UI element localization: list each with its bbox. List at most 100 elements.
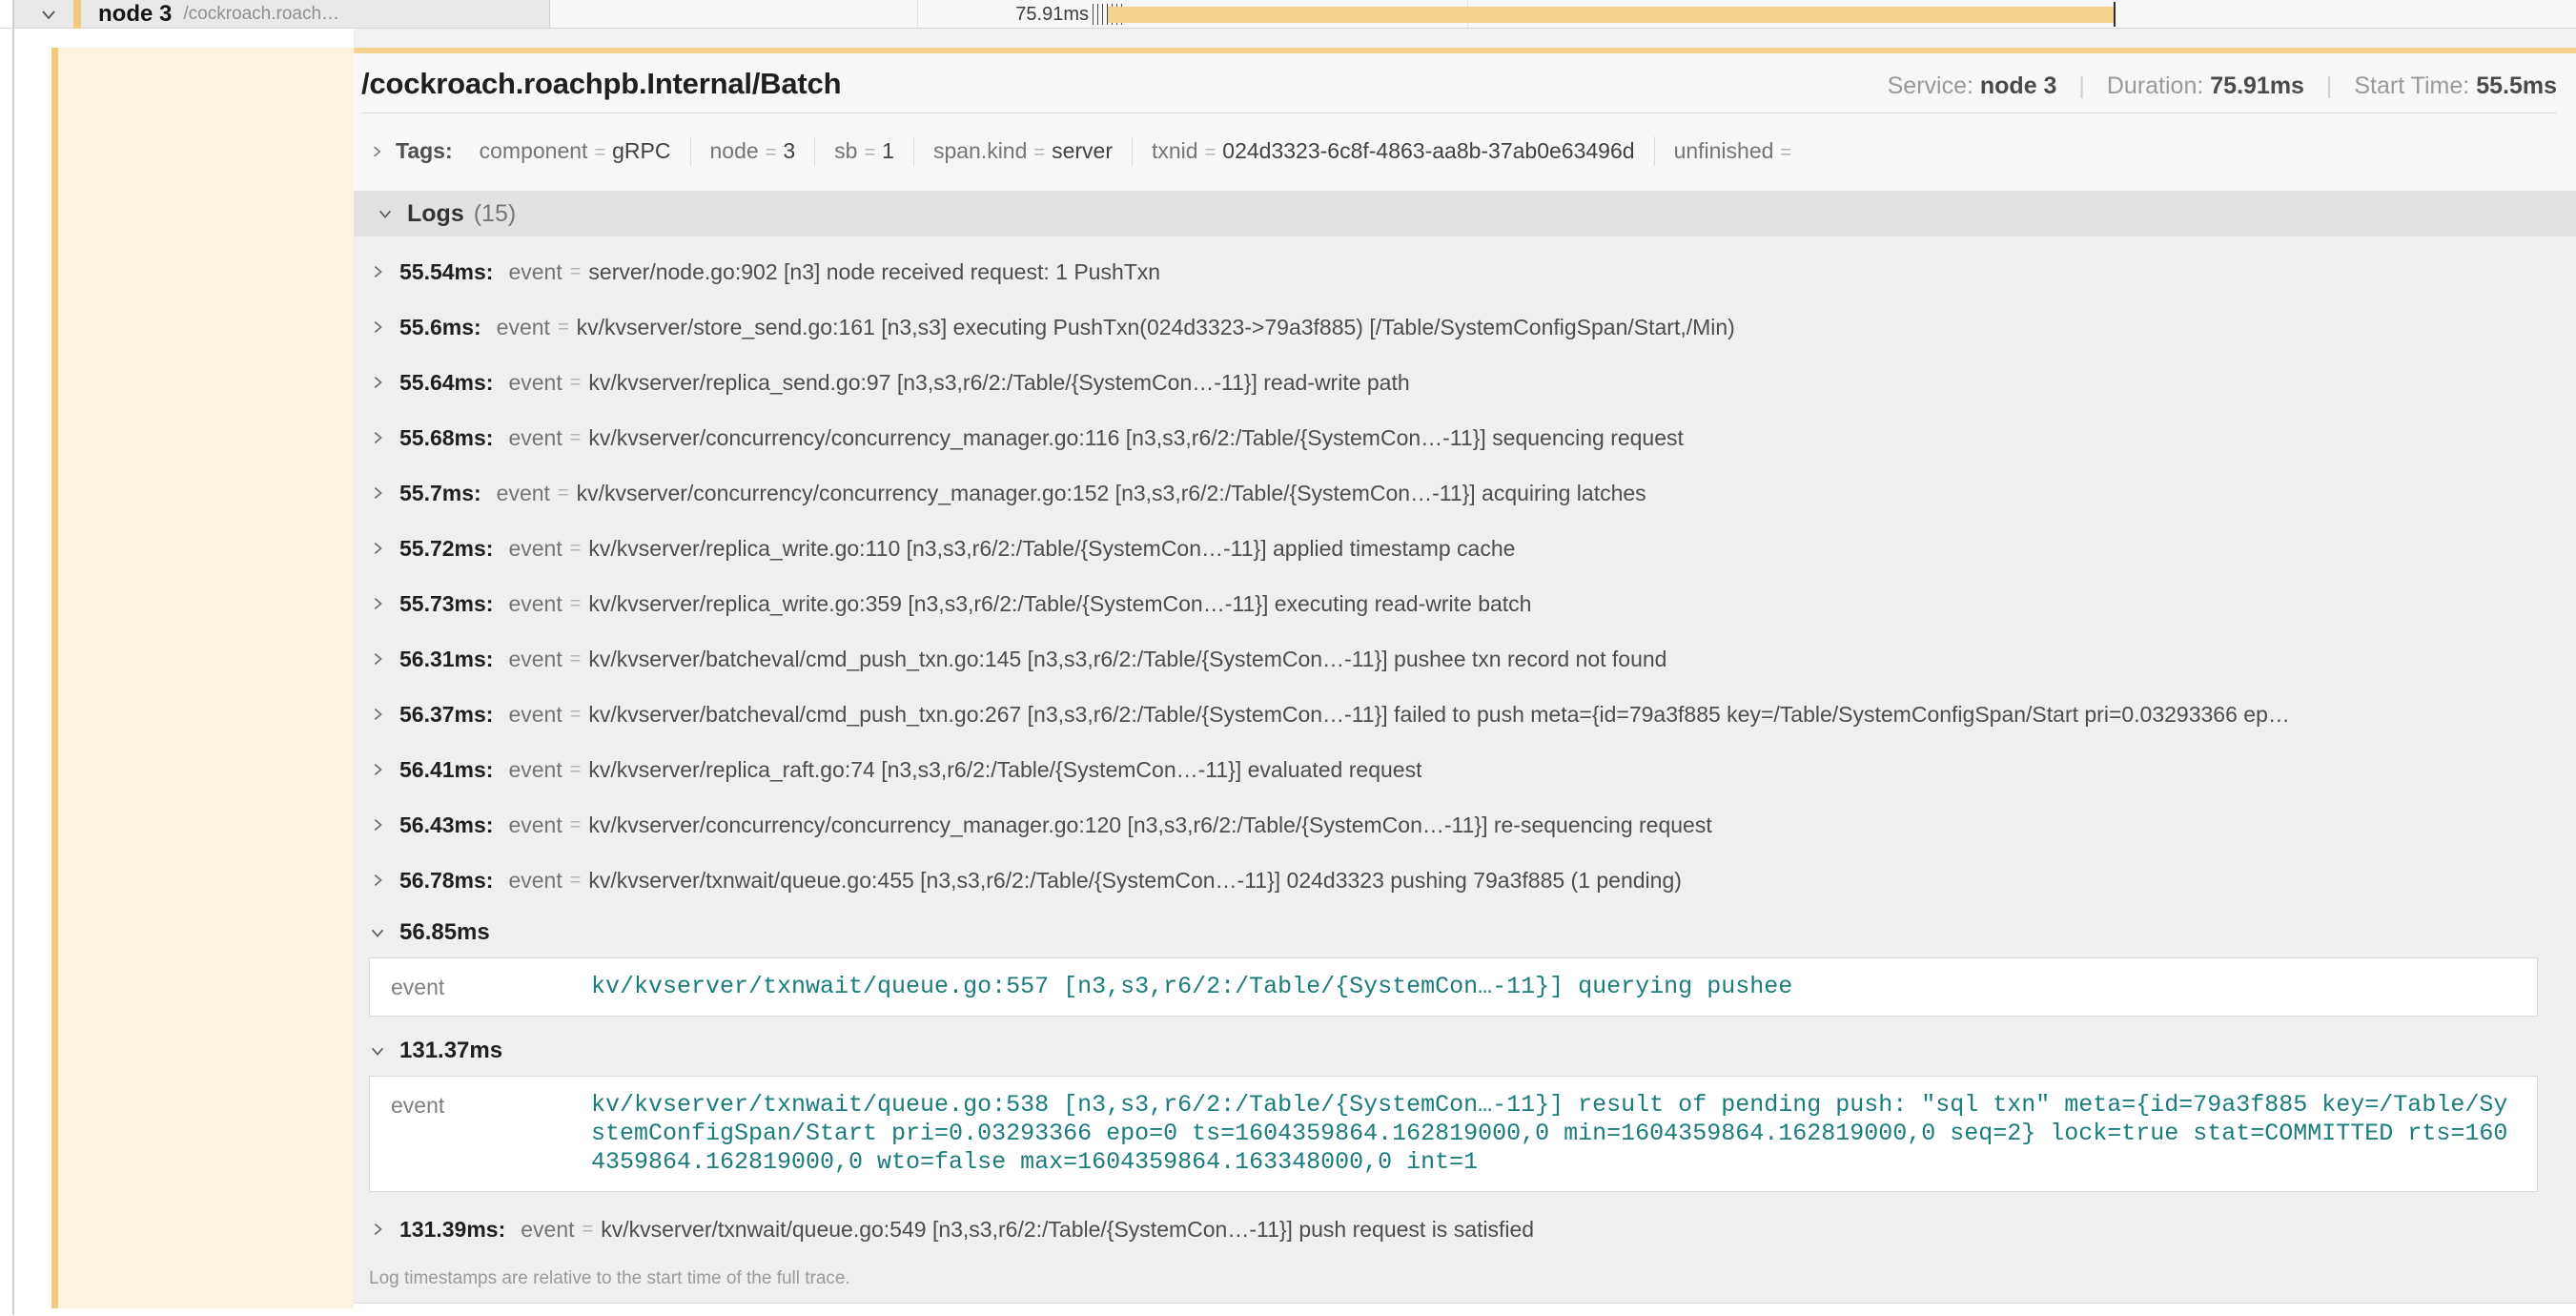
- log-equals: =: [570, 261, 582, 283]
- log-timestamp: 55.54ms:: [399, 259, 493, 285]
- chevron-down-icon[interactable]: [39, 5, 58, 24]
- log-field-key: event: [508, 702, 562, 728]
- log-field-key: event: [508, 259, 562, 285]
- tag-key: span.kind: [933, 138, 1027, 163]
- tag-value: 1: [882, 138, 894, 163]
- log-expanded-header[interactable]: 56.85ms: [369, 908, 2538, 957]
- log-field-key: event: [497, 315, 550, 340]
- log-entry-collapsed[interactable]: 56.37ms: event = kv/kvserver/batcheval/c…: [369, 687, 2538, 742]
- log-equals: =: [570, 538, 582, 560]
- left-edge: [0, 0, 12, 28]
- start-time-label: Start Time:: [2354, 72, 2469, 99]
- tag-item: txnid=024d3323-6c8f-4863-aa8b-37ab0e6349…: [1133, 136, 1655, 166]
- log-expanded-header[interactable]: 131.37ms: [369, 1026, 2538, 1076]
- span-meta: Service: node 3 | Duration: 75.91ms | St…: [1888, 72, 2557, 100]
- span-timeline[interactable]: 75.91ms: [550, 0, 2576, 28]
- log-equals: =: [558, 483, 569, 504]
- log-entry-collapsed[interactable]: 131.39ms: event = kv/kvserver/txnwait/qu…: [369, 1202, 2538, 1257]
- tag-item: component=gRPC: [460, 136, 691, 166]
- logs-list: 55.54ms: event = server/node.go:902 [n3]…: [354, 236, 2576, 1257]
- tag-value: 3: [783, 138, 795, 163]
- duration-value: 75.91ms: [2210, 72, 2304, 99]
- logs-accordion-header[interactable]: Logs (15): [354, 191, 2576, 236]
- log-message: kv/kvserver/replica_send.go:97 [n3,s3,r6…: [588, 370, 1409, 396]
- service-value: node 3: [1980, 72, 2057, 99]
- log-timestamp: 55.72ms:: [399, 536, 493, 562]
- tag-item: node=3: [691, 136, 816, 166]
- log-message: kv/kvserver/concurrency/concurrency_mana…: [588, 812, 1711, 838]
- log-entry-collapsed[interactable]: 55.6ms: event = kv/kvserver/store_send.g…: [369, 299, 2538, 355]
- detail-right-area: /cockroach.roachpb.Internal/Batch Servic…: [354, 29, 2576, 1315]
- service-label: Service:: [1888, 72, 1973, 99]
- log-field-key: event: [391, 1091, 591, 1177]
- span-bar-row: node 3 /cockroach.roach… 75.91ms: [0, 0, 2576, 29]
- tags-accordion[interactable]: Tags: component=gRPC node=3 sb=1 span.ki…: [369, 136, 2557, 166]
- log-field-value: kv/kvserver/txnwait/queue.go:557 [n3,s3,…: [591, 973, 1792, 1001]
- tag-equals: =: [594, 142, 605, 163]
- log-entry-collapsed[interactable]: 56.43ms: event = kv/kvserver/concurrency…: [369, 797, 2538, 853]
- tag-equals: =: [1780, 142, 1791, 163]
- chevron-right-icon: [369, 1221, 386, 1238]
- log-entry-collapsed[interactable]: 55.73ms: event = kv/kvserver/replica_wri…: [369, 576, 2538, 631]
- chevron-right-icon: [369, 761, 386, 778]
- log-equals: =: [570, 759, 582, 781]
- log-equals: =: [570, 593, 582, 615]
- left-edge: [0, 29, 12, 1315]
- log-equals: =: [558, 317, 569, 339]
- chevron-right-icon: [369, 650, 386, 668]
- meta-separator: |: [2326, 72, 2333, 99]
- span-operation-name: /cockroach.roach…: [183, 4, 339, 25]
- log-field-key: event: [508, 647, 562, 672]
- log-equals: =: [570, 427, 582, 449]
- span-name-cell[interactable]: node 3 /cockroach.roach…: [14, 0, 550, 28]
- log-message: kv/kvserver/replica_write.go:110 [n3,s3,…: [588, 536, 1515, 562]
- tag-equals: =: [864, 142, 875, 163]
- log-timestamp: 55.73ms:: [399, 591, 493, 617]
- chevron-right-icon: [369, 872, 386, 889]
- log-entry-collapsed[interactable]: 56.31ms: event = kv/kvserver/batcheval/c…: [369, 631, 2538, 687]
- log-field-key: event: [391, 973, 591, 1001]
- chevron-down-icon: [369, 1042, 386, 1059]
- log-timestamp: 56.41ms:: [399, 757, 493, 783]
- log-field-key: event: [508, 536, 562, 562]
- log-timestamp: 55.6ms:: [399, 315, 481, 340]
- log-detail-card: event kv/kvserver/txnwait/queue.go:538 […: [369, 1076, 2538, 1192]
- chevron-right-icon: [369, 484, 386, 502]
- log-message: kv/kvserver/replica_raft.go:74 [n3,s3,r6…: [588, 757, 1421, 783]
- log-entry-collapsed[interactable]: 56.78ms: event = kv/kvserver/txnwait/que…: [369, 853, 2538, 908]
- child-span-tick: [1097, 4, 1098, 25]
- chevron-down-icon: [377, 205, 394, 222]
- span-end-marker: [2114, 2, 2116, 27]
- log-message: kv/kvserver/batcheval/cmd_push_txn.go:14…: [588, 647, 1666, 672]
- log-entry-collapsed[interactable]: 55.54ms: event = server/node.go:902 [n3]…: [369, 244, 2538, 299]
- log-equals: =: [570, 372, 582, 394]
- detail-body: /cockroach.roachpb.Internal/Batch Servic…: [0, 29, 2576, 1315]
- tag-equals: =: [1033, 142, 1045, 163]
- span-detail-panel: /cockroach.roachpb.Internal/Batch Servic…: [354, 53, 2576, 1315]
- log-timestamp: 56.37ms:: [399, 702, 493, 728]
- meta-separator: |: [2078, 72, 2085, 99]
- tag-key: txnid: [1152, 138, 1198, 163]
- span-duration-bar[interactable]: [1108, 7, 2114, 23]
- chevron-right-icon: [369, 374, 386, 391]
- log-entry-collapsed[interactable]: 56.41ms: event = kv/kvserver/replica_raf…: [369, 742, 2538, 797]
- log-entry-expanded: 131.37ms event kv/kvserver/txnwait/queue…: [369, 1026, 2538, 1192]
- log-entry-collapsed[interactable]: 55.7ms: event = kv/kvserver/concurrency/…: [369, 465, 2538, 521]
- log-field-key: event: [497, 481, 550, 506]
- log-message: kv/kvserver/concurrency/concurrency_mana…: [588, 425, 1683, 451]
- log-entry-collapsed[interactable]: 55.72ms: event = kv/kvserver/replica_wri…: [369, 521, 2538, 576]
- log-timestamp: 56.43ms:: [399, 812, 493, 838]
- chevron-down-icon: [369, 924, 386, 941]
- log-detail-card: event kv/kvserver/txnwait/queue.go:557 […: [369, 957, 2538, 1017]
- log-entry-collapsed[interactable]: 55.68ms: event = kv/kvserver/concurrency…: [369, 410, 2538, 465]
- tag-key: component: [480, 138, 588, 163]
- log-message: kv/kvserver/txnwait/queue.go:455 [n3,s3,…: [588, 868, 1682, 894]
- tags-label: Tags:: [396, 138, 453, 164]
- log-equals: =: [583, 1219, 594, 1241]
- tag-value: server: [1052, 138, 1113, 163]
- log-entry-collapsed[interactable]: 55.64ms: event = kv/kvserver/replica_sen…: [369, 355, 2538, 410]
- tag-key: node: [710, 138, 759, 163]
- tag-value: 024d3323-6c8f-4863-aa8b-37ab0e63496d: [1222, 138, 1634, 163]
- tag-item: unfinished=: [1655, 136, 1818, 166]
- log-message: kv/kvserver/batcheval/cmd_push_txn.go:26…: [588, 702, 2289, 728]
